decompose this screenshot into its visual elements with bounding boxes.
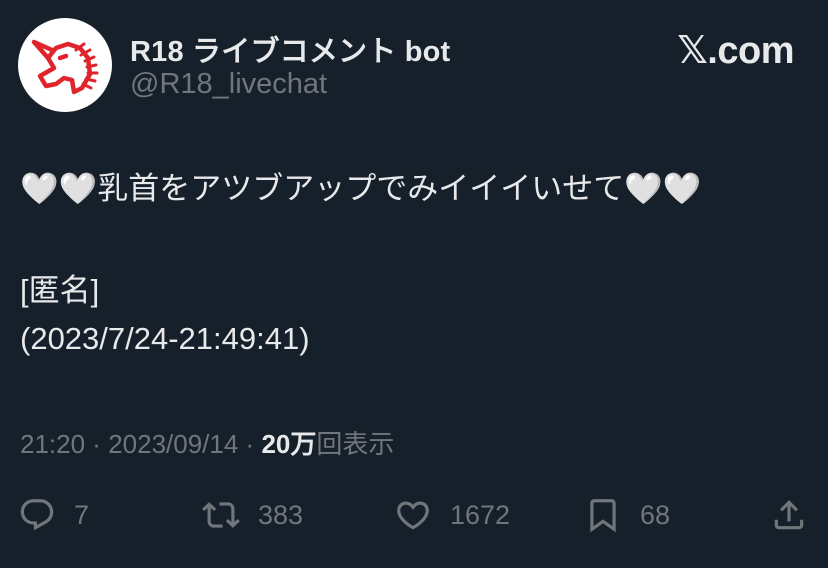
share-icon [774,500,804,530]
post-date[interactable]: 2023/09/14 [108,429,238,459]
tweet-meta: 21:20 · 2023/09/14 · 20万回表示 [20,424,394,461]
display-name[interactable]: R18 ライブコメント bot [130,28,450,70]
unicorn-logo-icon [31,39,99,95]
reply-count: 7 [74,499,90,530]
share-button[interactable] [770,490,808,540]
bookmark-button[interactable]: 68 [584,490,670,540]
action-bar: 7 383 1672 68 [0,490,828,540]
meta-separator: · [238,429,262,459]
tweet-card: R18 ライブコメント bot @R18_livechat 𝕏.com 🤍🤍乳首… [0,0,828,568]
tweet-line-timestamp: (2023/7/24-21:49:41) [20,321,310,356]
like-button[interactable]: 1672 [394,490,510,540]
views-label: 回表示 [316,429,395,459]
heart-icon [397,501,429,530]
post-time[interactable]: 21:20 [20,429,85,459]
bookmark-count: 68 [640,499,671,530]
meta-separator: · [85,429,109,459]
bookmark-icon [590,499,616,533]
brand-logo: 𝕏.com [677,30,794,72]
repost-icon [202,502,240,528]
repost-button[interactable]: 383 [202,490,303,540]
tweet-line-anonymous: [匿名] [20,273,100,308]
like-count: 1672 [450,499,511,530]
reply-button[interactable]: 7 [18,490,89,540]
reply-icon [20,499,54,531]
tweet-line-main: 🤍🤍乳首をアツブアップでみイイイいせて🤍🤍 [20,171,702,206]
avatar[interactable] [18,18,112,112]
repost-count: 383 [258,499,304,530]
views-count: 20万 [261,429,317,459]
user-handle[interactable]: @R18_livechat [130,68,327,101]
tweet-text: 🤍🤍乳首をアツブアップでみイイイいせて🤍🤍 [匿名] (2023/7/24-21… [20,170,810,358]
